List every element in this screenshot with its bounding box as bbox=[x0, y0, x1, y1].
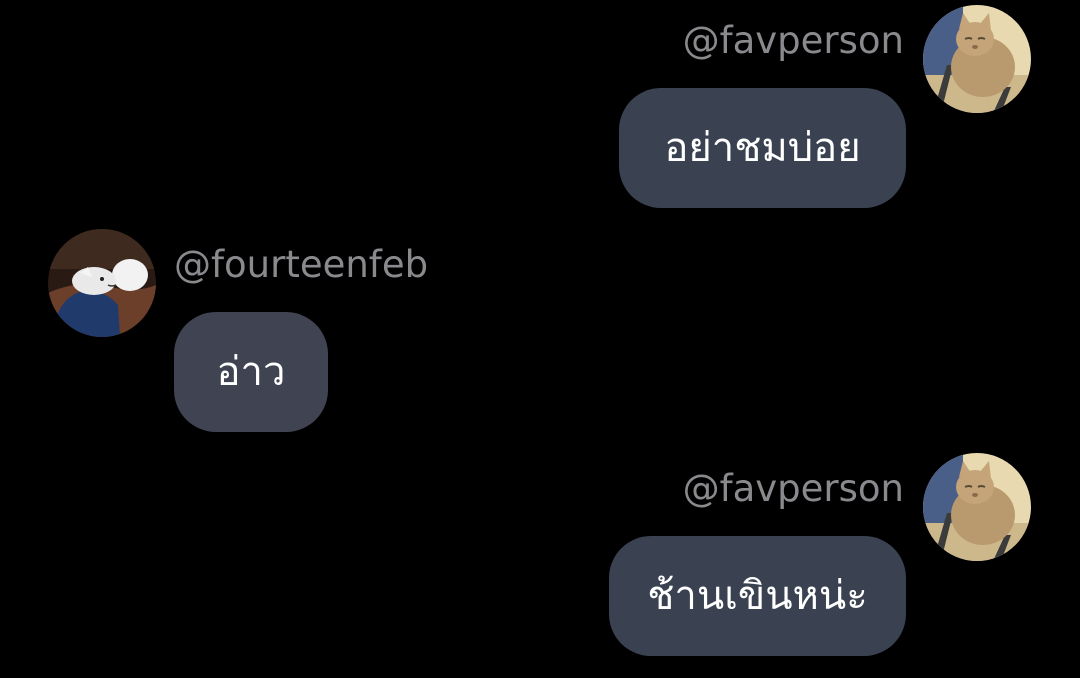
chat-message: @fourteenfeb อ่าว bbox=[0, 225, 1080, 440]
chat-message: @favperson ช้านเขินหน่ะ bbox=[0, 448, 1080, 678]
message-bubble[interactable]: ช้านเขินหน่ะ bbox=[609, 536, 906, 656]
username[interactable]: @fourteenfeb bbox=[174, 243, 428, 287]
username[interactable]: @favperson bbox=[683, 467, 904, 511]
avatar[interactable] bbox=[923, 5, 1031, 113]
chat-message: @favperson อย่าชมบ่อย bbox=[0, 0, 1080, 215]
avatar[interactable] bbox=[48, 229, 156, 337]
message-bubble[interactable]: อย่าชมบ่อย bbox=[619, 88, 906, 208]
message-bubble[interactable]: อ่าว bbox=[174, 312, 328, 432]
cat-avatar-icon bbox=[923, 5, 1031, 113]
avatar[interactable] bbox=[923, 453, 1031, 561]
sleeping-character-avatar-icon bbox=[48, 229, 156, 337]
username[interactable]: @favperson bbox=[683, 19, 904, 63]
cat-avatar-icon bbox=[923, 453, 1031, 561]
